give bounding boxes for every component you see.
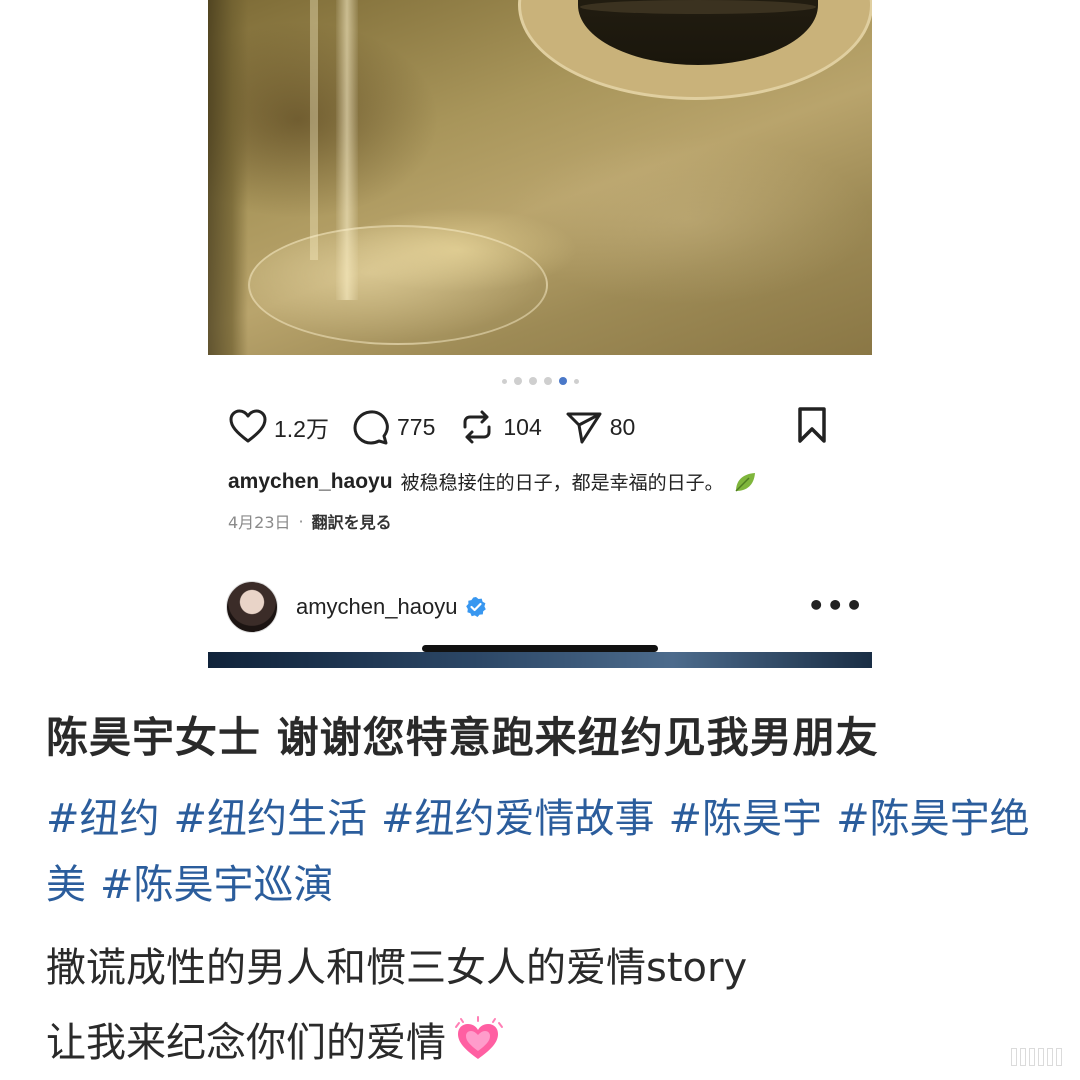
- heart-icon: [229, 409, 267, 443]
- carousel-dot: [501, 378, 507, 384]
- carousel-dots: [208, 375, 872, 387]
- next-post-header: amychen_haoyu •••: [226, 577, 866, 637]
- repost-count: 104: [503, 413, 542, 440]
- body-line-2-text: 让我来纪念你们的爱情: [46, 1020, 446, 1066]
- action-bar: 1.2万 775 104 80: [228, 405, 852, 449]
- share-icon: [566, 412, 602, 444]
- hashtag-link[interactable]: #纽约爱情故事: [381, 796, 655, 842]
- avatar[interactable]: [226, 581, 278, 633]
- next-post-image-preview: [208, 652, 872, 668]
- comment-count: 775: [396, 413, 436, 440]
- carousel-dot: [528, 377, 537, 385]
- body-line-2: 让我来纪念你们的爱情: [46, 1010, 504, 1068]
- hashtag-list: #纽约 #纽约生活 #纽约爱情故事 #陈昊宇 #陈昊宇绝美 #陈昊宇巡演: [46, 786, 1036, 918]
- watermark-bar: [1011, 1048, 1017, 1066]
- watermark-bar: [1047, 1048, 1053, 1066]
- glass-base: [248, 225, 548, 345]
- more-icon[interactable]: •••: [807, 589, 864, 622]
- carousel-dot: [543, 377, 552, 385]
- caption-username[interactable]: amychen_haoyu: [228, 470, 393, 494]
- cup-rim: [580, 0, 816, 14]
- body-line-1: 撒谎成性的男人和惯三女人的爱情story: [46, 945, 748, 991]
- sparkling-heart-icon: [455, 1016, 503, 1059]
- repost-icon: [463, 410, 491, 444]
- instagram-screenshot: 1.2万 775 104 80 amychen_haoyu 被稳稳接住的日子，都…: [208, 0, 872, 668]
- leaf-icon: [735, 472, 755, 492]
- hashtag-link[interactable]: #陈昊宇: [669, 796, 823, 842]
- watermark-bar: [1029, 1048, 1035, 1066]
- repost-button[interactable]: 104: [457, 407, 542, 447]
- translate-link[interactable]: 翻訳を見る: [312, 509, 392, 533]
- watermark-bar: [1020, 1048, 1026, 1066]
- bookmark-icon: [798, 407, 826, 443]
- meta-separator: ·: [298, 511, 304, 531]
- post-title: 陈昊宇女士 谢谢您特意跑来纽约见我男朋友: [46, 713, 879, 762]
- like-count: 1.2万: [274, 416, 329, 442]
- post-caption: amychen_haoyu 被稳稳接住的日子，都是幸福的日子。: [228, 468, 868, 495]
- post-meta: 4月23日 · 翻訳を見る: [228, 509, 392, 533]
- watermark-bar: [1056, 1048, 1062, 1066]
- hashtag-link[interactable]: #纽约生活: [174, 796, 368, 842]
- post-photo[interactable]: [208, 0, 872, 355]
- share-button[interactable]: 80: [564, 407, 636, 447]
- next-post-username[interactable]: amychen_haoyu: [296, 594, 457, 620]
- carousel-dot-active: [558, 377, 567, 385]
- comment-button[interactable]: 775: [351, 407, 435, 447]
- carousel-dot: [573, 378, 579, 384]
- bookmark-button[interactable]: [792, 405, 832, 449]
- home-indicator: [422, 645, 658, 652]
- hashtag-link[interactable]: #陈昊宇巡演: [100, 862, 334, 908]
- carousel-dot: [513, 377, 522, 385]
- post-date: 4月23日: [228, 513, 291, 532]
- comment-icon: [353, 410, 389, 445]
- share-count: 80: [609, 413, 636, 440]
- watermark-bar: [1038, 1048, 1044, 1066]
- caption-text: 被稳稳接住的日子，都是幸福的日子。: [400, 472, 724, 494]
- glass-stem-reflection: [310, 0, 318, 260]
- verified-icon: [466, 597, 487, 617]
- photo-shadow: [208, 0, 248, 355]
- watermark: [1011, 1048, 1062, 1066]
- hashtag-link[interactable]: #纽约: [46, 796, 160, 842]
- like-button[interactable]: 1.2万: [228, 407, 329, 447]
